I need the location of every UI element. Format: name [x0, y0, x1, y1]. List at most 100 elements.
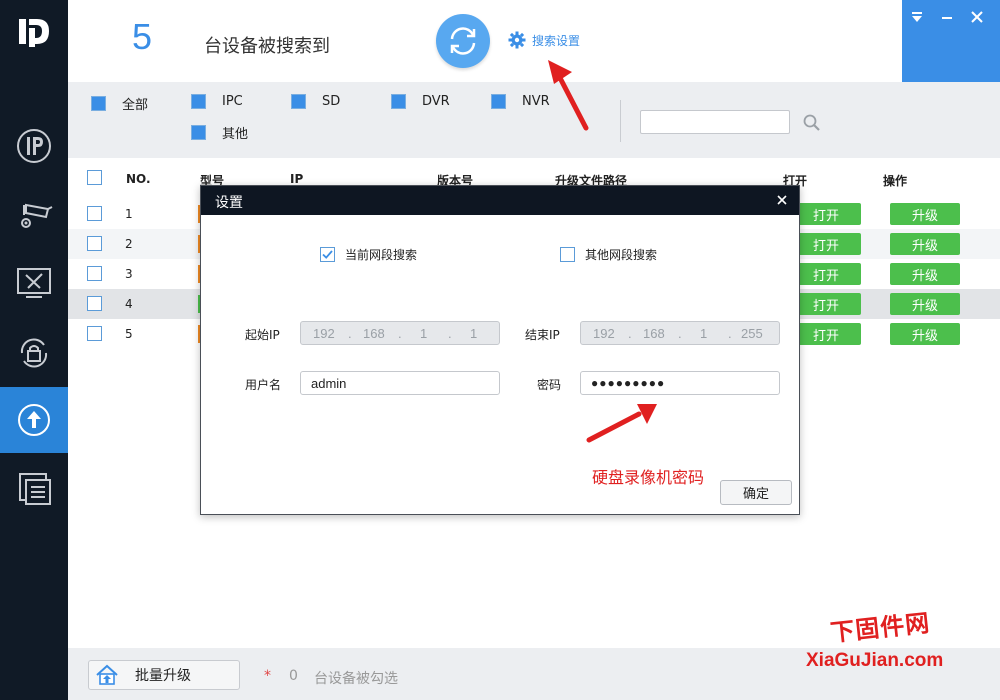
- logo-icon: [19, 19, 49, 47]
- selected-count: 0: [289, 668, 298, 684]
- refresh-button[interactable]: [436, 14, 490, 68]
- settings-dialog: 设置 当前网段搜索 其他网段搜索 起始IP 192 . 168 . 1 . 1 …: [200, 185, 800, 515]
- app-logo: [16, 16, 52, 50]
- username-label: 用户名: [245, 378, 282, 392]
- filter-dvr-checkbox[interactable]: [391, 94, 406, 109]
- row-checkbox[interactable]: [87, 266, 102, 281]
- filter-all-checkbox[interactable]: [91, 96, 106, 111]
- ip-octet: 1: [470, 326, 478, 341]
- upgrade-icon: [18, 404, 50, 436]
- open-button[interactable]: 打开: [791, 203, 861, 225]
- document-list-icon: [19, 473, 51, 505]
- filter-divider: [620, 100, 621, 142]
- ip-dot: .: [348, 326, 352, 341]
- ip-octet: 192: [593, 326, 615, 341]
- sidebar-item-camera-config[interactable]: [0, 180, 68, 246]
- selected-text: 台设备被勾选: [314, 671, 398, 687]
- column-header-action: 操作: [883, 174, 908, 188]
- ip-octet: 168: [363, 326, 385, 341]
- header: 5 台设备被搜索到 搜索设置: [68, 0, 1000, 82]
- row-number: 4: [125, 297, 133, 311]
- sidebar-item-upgrade[interactable]: [0, 387, 68, 453]
- gear-icon: [508, 31, 526, 49]
- sidebar-item-tools[interactable]: [0, 250, 68, 316]
- ip-icon: [17, 129, 51, 163]
- filter-dvr-label: DVR: [422, 94, 450, 109]
- row-number: 1: [125, 207, 133, 221]
- filter-other[interactable]: 其他: [191, 123, 248, 142]
- home-upgrade-icon: [96, 664, 118, 685]
- row-checkbox[interactable]: [87, 296, 102, 311]
- filter-nvr-checkbox[interactable]: [491, 94, 506, 109]
- start-ip-field[interactable]: 192 . 168 . 1 . 1: [300, 321, 500, 345]
- dialog-title: 设置: [215, 195, 243, 211]
- sidebar-item-list[interactable]: [0, 455, 68, 521]
- search-input[interactable]: [640, 110, 790, 134]
- other-segment-option[interactable]: 其他网段搜索: [560, 246, 657, 263]
- filter-sd-label: SD: [322, 94, 341, 109]
- current-segment-label: 当前网段搜索: [345, 248, 418, 262]
- search-button[interactable]: [802, 113, 822, 137]
- minimize-button[interactable]: [936, 6, 958, 28]
- dropdown-menu-button[interactable]: [906, 6, 928, 28]
- dialog-close-button[interactable]: [773, 191, 791, 209]
- ip-dot: .: [398, 326, 402, 341]
- upgrade-button[interactable]: 升级: [890, 203, 960, 225]
- filter-other-checkbox[interactable]: [191, 125, 206, 140]
- close-icon: [777, 195, 787, 205]
- filter-dvr[interactable]: DVR: [391, 94, 450, 109]
- open-button[interactable]: 打开: [791, 293, 861, 315]
- password-field[interactable]: ●●●●●●●●●: [580, 371, 780, 395]
- select-all-checkbox[interactable]: [87, 170, 102, 185]
- password-annotation: 硬盘录像机密码: [592, 468, 705, 487]
- filter-sd-checkbox[interactable]: [291, 94, 306, 109]
- found-count: 5: [132, 16, 153, 57]
- close-window-button[interactable]: [966, 6, 988, 28]
- filter-sd[interactable]: SD: [291, 94, 340, 109]
- row-checkbox[interactable]: [87, 206, 102, 221]
- filter-ipc-checkbox[interactable]: [191, 94, 206, 109]
- ip-dot: .: [628, 326, 632, 341]
- ip-octet: 1: [420, 326, 428, 341]
- ip-octet: 168: [643, 326, 665, 341]
- dialog-titlebar: 设置: [201, 186, 799, 215]
- batch-upgrade-button[interactable]: 批量升级: [88, 660, 240, 690]
- ip-dot: .: [678, 326, 682, 341]
- open-button[interactable]: 打开: [791, 323, 861, 345]
- search-settings-link[interactable]: 搜索设置: [508, 31, 580, 49]
- upgrade-button[interactable]: 升级: [890, 323, 960, 345]
- menu-down-icon: [912, 12, 922, 22]
- upgrade-button[interactable]: 升级: [890, 293, 960, 315]
- batch-upgrade-label: 批量升级: [135, 668, 191, 684]
- column-header-no: NO.: [126, 172, 151, 186]
- username-field[interactable]: admin: [300, 371, 500, 395]
- annotation-arrow-password: [586, 404, 657, 443]
- password-label: 密码: [537, 378, 562, 392]
- end-ip-label: 结束IP: [525, 328, 560, 342]
- upgrade-button[interactable]: 升级: [890, 263, 960, 285]
- found-text: 台设备被搜索到: [204, 36, 330, 57]
- open-button[interactable]: 打开: [791, 233, 861, 255]
- open-button[interactable]: 打开: [791, 263, 861, 285]
- sidebar-item-security[interactable]: [0, 320, 68, 386]
- end-ip-field[interactable]: 192 . 168 . 1 . 255: [580, 321, 780, 345]
- sidebar-item-ip[interactable]: [0, 113, 68, 179]
- row-checkbox[interactable]: [87, 236, 102, 251]
- other-segment-checkbox[interactable]: [560, 247, 575, 262]
- filter-all[interactable]: 全部: [91, 94, 148, 113]
- device-type-filter: 全部 IPC SD DVR NVR 其他: [68, 82, 1000, 158]
- tools-icon: [17, 268, 51, 298]
- required-star: *: [264, 668, 271, 684]
- search-settings-label: 搜索设置: [532, 33, 581, 48]
- ip-octet: 255: [741, 326, 763, 341]
- row-checkbox[interactable]: [87, 326, 102, 341]
- annotation-arrow-up: [548, 60, 589, 131]
- current-segment-option[interactable]: 当前网段搜索: [320, 246, 417, 263]
- confirm-button[interactable]: 确定: [720, 480, 792, 505]
- upgrade-button[interactable]: 升级: [890, 233, 960, 255]
- ip-dot: .: [728, 326, 732, 341]
- current-segment-checkbox[interactable]: [320, 247, 335, 262]
- filter-ipc[interactable]: IPC: [191, 94, 243, 109]
- watermark-url: XiaGuJian.com: [806, 650, 944, 671]
- sidebar: [0, 0, 68, 700]
